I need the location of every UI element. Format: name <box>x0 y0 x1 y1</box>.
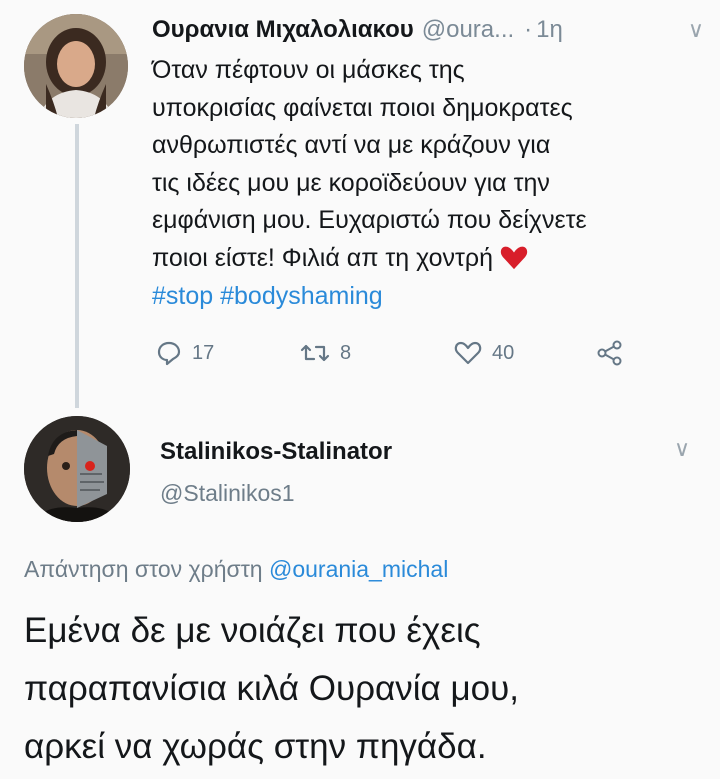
tweet-line: ποιοι είστε! Φιλιά απ τη χοντρή <box>152 243 493 272</box>
tweet-time[interactable]: 1η <box>536 16 563 44</box>
reply-count: 17 <box>192 341 215 364</box>
red-heart-icon <box>500 246 528 270</box>
tweet-actions: 17 8 40 <box>152 340 652 376</box>
reply-author-handle[interactable]: @Stalinikos1 <box>160 480 295 507</box>
reply-line: Εμένα δε με νοιάζει που έχεις <box>24 611 481 650</box>
reply-text: Εμένα δε με νοιάζει που έχεις παραπανίσι… <box>24 602 714 776</box>
retweet-icon <box>300 344 330 362</box>
retweet-action[interactable]: 8 <box>300 340 351 366</box>
share-action[interactable] <box>596 340 634 366</box>
avatar[interactable] <box>24 14 128 118</box>
like-action[interactable]: 40 <box>454 340 514 366</box>
tweet-header: Ουρανια Μιχαλολιακου @oura... · 1η ∨ <box>152 10 704 50</box>
reply-line: παραπανίσια κιλά Ουρανία μου, <box>24 669 519 708</box>
tweet-line: υποκρισίας φαίνεται ποιοι δημοκρατες <box>152 93 573 122</box>
tweet-line-last: ποιοι είστε! Φιλιά απ τη χοντρή <box>152 240 712 278</box>
replying-to-mention[interactable]: @ourania_michal <box>269 556 448 582</box>
reply-author-name[interactable]: Stalinikos-Stalinator <box>160 438 392 466</box>
reply-icon <box>157 341 181 366</box>
avatar[interactable] <box>24 416 130 522</box>
separator: · <box>524 16 533 43</box>
replying-to-label: Απάντηση στον χρήστη <box>24 556 263 582</box>
share-icon <box>597 340 622 366</box>
hashtags[interactable]: #stop #bodyshaming <box>152 278 712 316</box>
tweet-line: τις ιδέες μου με κοροϊδεύουν για την <box>152 168 550 197</box>
thread-line <box>75 124 79 408</box>
tweet-line: εμφάνιση μου. Ευχαριστώ που δείχνετε <box>152 206 587 235</box>
chevron-down-icon[interactable]: ∨ <box>674 436 690 462</box>
tweet-line: Όταν πέφτουν οι μάσκες της <box>152 56 465 84</box>
tweet-text: Όταν πέφτουν οι μάσκες της υποκρισίας φα… <box>152 52 712 315</box>
chevron-down-icon[interactable]: ∨ <box>688 17 704 43</box>
tweet-line: ανθρωπιστές αντί να με κράζουν για <box>152 131 551 160</box>
author-handle[interactable]: @oura... <box>422 16 514 44</box>
retweet-count: 8 <box>340 341 352 364</box>
heart-icon <box>454 341 482 365</box>
author-name[interactable]: Ουρανια Μιχαλολιακου <box>152 16 414 44</box>
reply-action[interactable]: 17 <box>156 340 214 366</box>
reply-line: αρκεί να χωράς στην πηγάδα. <box>24 727 487 766</box>
like-count: 40 <box>492 341 515 364</box>
replying-to: Απάντηση στον χρήστη @ourania_michal <box>24 556 448 583</box>
